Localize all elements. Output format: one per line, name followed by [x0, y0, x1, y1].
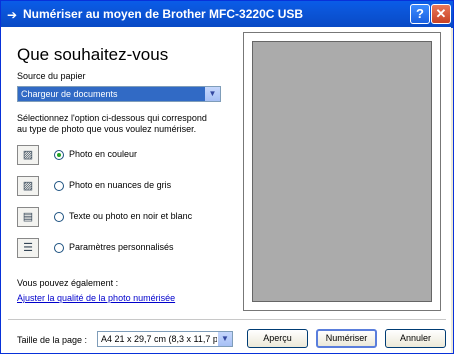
- close-button[interactable]: ✕: [431, 4, 451, 24]
- scanner-icon: ➔: [7, 8, 18, 22]
- option-color-photo[interactable]: ▨ Photo en couleur: [17, 145, 227, 167]
- radio-text-bw[interactable]: [54, 212, 64, 222]
- chevron-down-icon[interactable]: ▼: [218, 332, 232, 346]
- option-label[interactable]: Texte ou photo en noir et blanc: [69, 211, 192, 221]
- also-label: Vous pouvez également :: [17, 278, 119, 288]
- paper-source-label: Source du papier: [17, 71, 86, 81]
- paper-source-select[interactable]: Chargeur de documents ▼: [17, 86, 221, 102]
- text-bw-icon[interactable]: ▤: [17, 207, 39, 227]
- chevron-down-icon[interactable]: ▼: [205, 87, 220, 101]
- cancel-button[interactable]: Annuler: [385, 329, 446, 348]
- radio-color-photo[interactable]: [54, 150, 64, 160]
- color-photo-icon[interactable]: ▨: [17, 145, 39, 165]
- instruction-line-1: Sélectionnez l'option ci-dessous qui cor…: [17, 113, 207, 123]
- window-title: Numériser au moyen de Brother MFC-3220C …: [23, 7, 304, 21]
- custom-settings-icon[interactable]: ☰: [17, 238, 39, 258]
- page-size-label: Taille de la page :: [17, 335, 88, 345]
- option-label[interactable]: Photo en couleur: [69, 149, 137, 159]
- option-grayscale-photo[interactable]: ▨ Photo en nuances de gris: [17, 176, 227, 198]
- option-text-bw[interactable]: ▤ Texte ou photo en noir et blanc: [17, 207, 227, 229]
- page-size-select[interactable]: A4 21 x 29,7 cm (8,3 x 11,7 po) ▼: [97, 331, 233, 347]
- page-heading: Que souhaitez-vous: [17, 45, 169, 64]
- grayscale-photo-icon[interactable]: ▨: [17, 176, 39, 196]
- radio-grayscale-photo[interactable]: [54, 181, 64, 191]
- option-custom-settings[interactable]: ☰ Paramètres personnalisés: [17, 238, 227, 260]
- preview-area[interactable]: [252, 41, 432, 302]
- page-size-value: A4 21 x 29,7 cm (8,3 x 11,7 po): [101, 334, 217, 344]
- instruction-line-2: au type de photo que vous voulez numéris…: [17, 124, 197, 134]
- title-bar[interactable]: ➔ Numériser au moyen de Brother MFC-3220…: [1, 1, 453, 28]
- option-label[interactable]: Paramètres personnalisés: [69, 242, 174, 252]
- option-label[interactable]: Photo en nuances de gris: [69, 180, 171, 190]
- adjust-quality-link[interactable]: Ajuster la qualité de la photo numérisée: [17, 293, 175, 303]
- paper-source-value: Chargeur de documents: [21, 89, 118, 99]
- footer-divider: [8, 319, 446, 320]
- radio-custom-settings[interactable]: [54, 243, 64, 253]
- scan-button[interactable]: Numériser: [316, 329, 377, 348]
- preview-frame: [243, 32, 441, 311]
- preview-button[interactable]: Aperçu: [247, 329, 308, 348]
- help-button[interactable]: ?: [410, 4, 430, 24]
